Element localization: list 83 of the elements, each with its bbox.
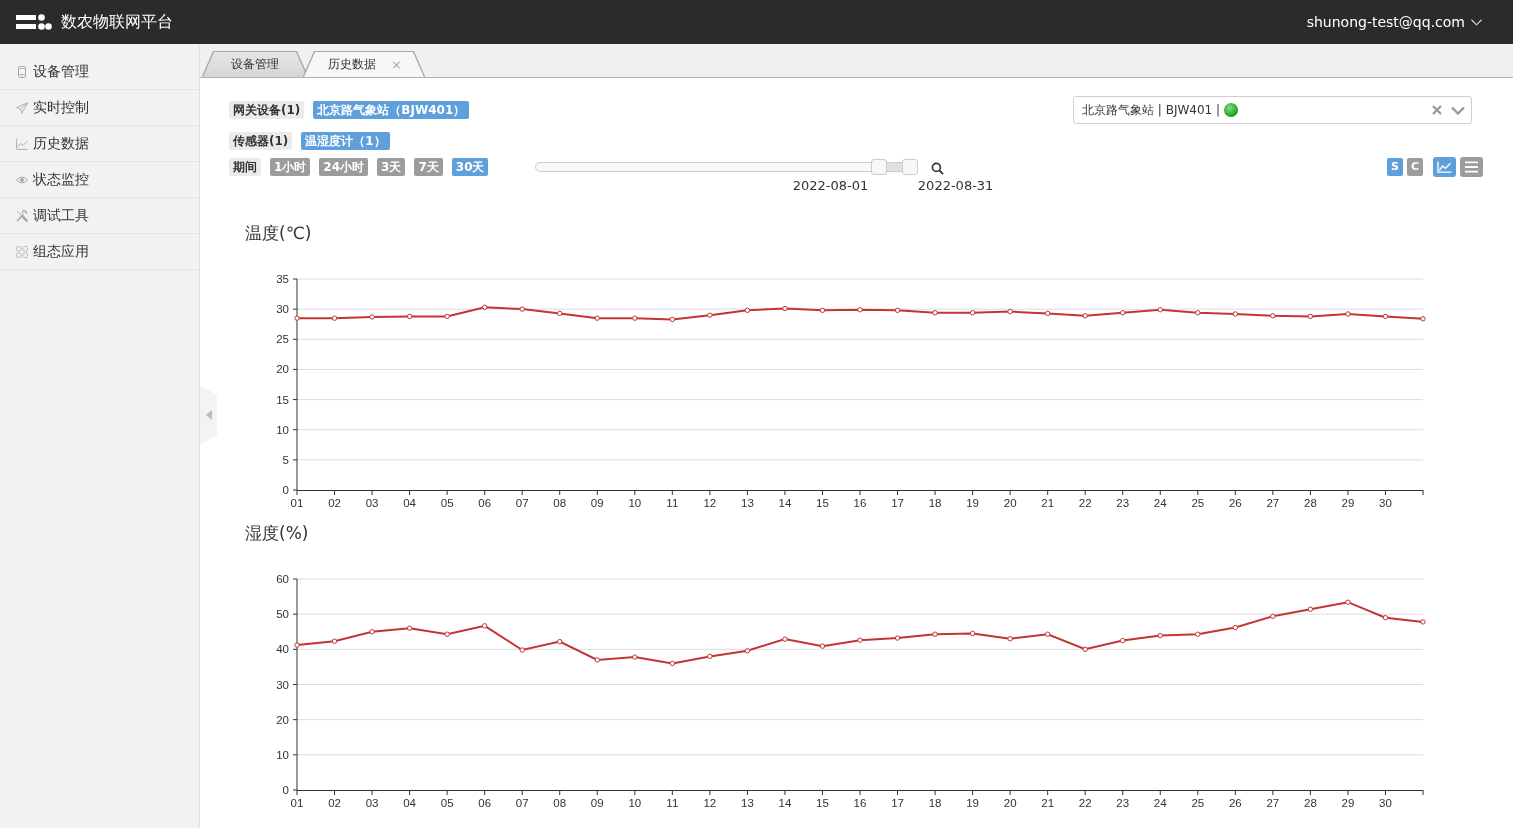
x-axis-label: 09 bbox=[590, 797, 604, 809]
y-axis-label: 30 bbox=[276, 678, 289, 691]
y-axis-label: 40 bbox=[276, 643, 289, 656]
date-label: 2022-08-31 bbox=[917, 178, 994, 194]
x-axis-label: 10 bbox=[628, 797, 642, 809]
x-axis-label: 01 bbox=[290, 797, 304, 809]
chart-title: 湿度(%) bbox=[245, 522, 310, 545]
x-axis-label: 13 bbox=[741, 497, 754, 509]
x-axis-label: 14 bbox=[778, 797, 792, 809]
x-axis-label: 30 bbox=[1379, 797, 1392, 809]
x-axis-label: 29 bbox=[1341, 497, 1355, 509]
date-label: 2022-08-01 bbox=[792, 178, 869, 194]
app-title: 数农物联网平台 bbox=[61, 11, 173, 33]
x-axis-label: 26 bbox=[1228, 797, 1242, 809]
x-axis-label: 08 bbox=[553, 497, 567, 509]
x-axis-label: 03 bbox=[365, 797, 379, 809]
y-axis-label: 0 bbox=[282, 784, 289, 796]
x-axis-label: 29 bbox=[1341, 797, 1355, 809]
x-axis-label: 08 bbox=[553, 797, 567, 809]
x-axis-label: 16 bbox=[853, 497, 867, 509]
x-axis-label: 14 bbox=[778, 497, 792, 509]
x-axis-label: 15 bbox=[816, 497, 829, 509]
x-axis-label: 18 bbox=[928, 497, 942, 509]
x-axis-label: 10 bbox=[628, 497, 642, 509]
x-axis-label: 04 bbox=[403, 797, 416, 809]
x-axis-label: 19 bbox=[966, 797, 979, 809]
y-axis-label: 50 bbox=[276, 608, 289, 621]
chart-title: 温度(℃) bbox=[245, 222, 313, 245]
x-axis-label: 28 bbox=[1304, 497, 1317, 509]
x-axis-label: 22 bbox=[1078, 797, 1092, 809]
x-axis-label: 22 bbox=[1078, 497, 1092, 509]
x-axis-label: 07 bbox=[515, 797, 529, 809]
x-axis-label: 23 bbox=[1116, 497, 1130, 509]
y-axis-label: 60 bbox=[276, 573, 289, 585]
x-axis-label: 13 bbox=[741, 797, 754, 809]
y-axis-label: 30 bbox=[276, 303, 289, 316]
x-axis-label: 25 bbox=[1191, 797, 1205, 809]
x-axis-label: 19 bbox=[966, 497, 979, 509]
x-axis-label: 12 bbox=[703, 497, 717, 509]
x-axis-label: 09 bbox=[590, 497, 604, 509]
x-axis-label: 25 bbox=[1191, 497, 1205, 509]
y-axis-label: 20 bbox=[276, 363, 289, 376]
x-axis-label: 24 bbox=[1153, 497, 1167, 509]
x-axis-label: 05 bbox=[440, 797, 454, 809]
x-axis-label: 04 bbox=[403, 497, 416, 509]
filter-label: 网关设备(1) bbox=[229, 101, 305, 119]
x-axis-label: 30 bbox=[1379, 497, 1392, 509]
x-axis-label: 12 bbox=[703, 797, 717, 809]
x-axis-label: 01 bbox=[290, 497, 304, 509]
x-axis-label: 18 bbox=[928, 797, 942, 809]
x-axis-label: 03 bbox=[365, 497, 379, 509]
x-axis-label: 16 bbox=[853, 797, 867, 809]
x-axis-label: 11 bbox=[666, 797, 679, 809]
x-axis-label: 06 bbox=[478, 497, 492, 509]
x-axis-label: 17 bbox=[891, 497, 904, 509]
period-label: 期间 bbox=[229, 158, 261, 176]
y-axis-label: 15 bbox=[276, 393, 289, 406]
filter-label: 传感器(1) bbox=[229, 132, 293, 150]
y-axis-label: 5 bbox=[282, 453, 289, 466]
x-axis-label: 28 bbox=[1304, 797, 1317, 809]
y-axis-label: 0 bbox=[282, 484, 289, 496]
y-axis-label: 20 bbox=[276, 713, 289, 726]
y-axis-label: 35 bbox=[276, 273, 289, 285]
x-axis-label: 24 bbox=[1153, 797, 1167, 809]
x-axis-label: 27 bbox=[1266, 797, 1280, 809]
x-axis-label: 05 bbox=[440, 497, 454, 509]
x-axis-label: 20 bbox=[1003, 797, 1017, 809]
x-axis-label: 07 bbox=[515, 497, 529, 509]
x-axis-label: 27 bbox=[1266, 497, 1280, 509]
y-axis-label: 10 bbox=[276, 748, 289, 761]
x-axis-label: 23 bbox=[1116, 797, 1130, 809]
x-axis-label: 21 bbox=[1041, 797, 1055, 809]
x-axis-label: 02 bbox=[328, 497, 341, 509]
y-axis-label: 25 bbox=[276, 333, 289, 346]
x-axis-label: 21 bbox=[1041, 497, 1055, 509]
x-axis-label: 17 bbox=[891, 797, 904, 809]
y-axis-label: 10 bbox=[276, 423, 289, 436]
x-axis-label: 11 bbox=[666, 497, 679, 509]
x-axis-label: 06 bbox=[478, 797, 492, 809]
x-axis-label: 02 bbox=[328, 797, 341, 809]
x-axis-label: 20 bbox=[1003, 497, 1017, 509]
x-axis-label: 26 bbox=[1228, 497, 1242, 509]
x-axis-label: 15 bbox=[816, 797, 829, 809]
